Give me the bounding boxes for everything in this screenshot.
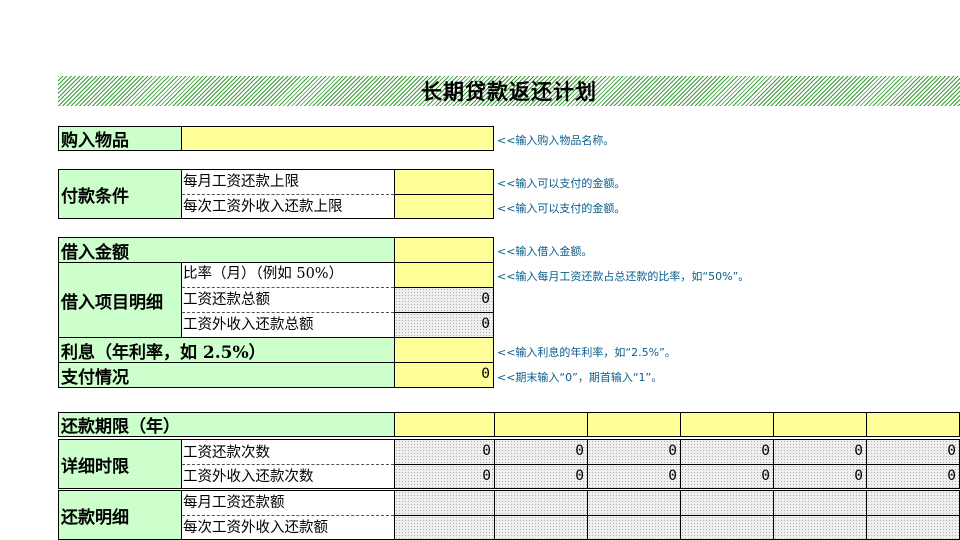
payment-row-extra-label: 每次工资外收入还款上限: [183, 199, 343, 215]
borrow-extra-total-value: 0: [394, 312, 494, 338]
repay-extra-value: [394, 515, 495, 540]
payment-label: 付款条件: [58, 169, 182, 219]
interest-hint: <<输入利息的年利率，如“2.5%”。: [497, 346, 676, 359]
repay-extra-value: [494, 515, 588, 540]
interest-input[interactable]: [394, 337, 494, 363]
schedule-extra-count-value: 0: [394, 464, 495, 489]
purchase-hint: <<输入购入物品名称。: [497, 134, 615, 147]
repay-detail-label: 还款明细: [58, 490, 182, 540]
repay-monthly-value: [494, 490, 588, 516]
row-divider: [182, 287, 394, 288]
borrow-ratio-input[interactable]: [394, 262, 494, 288]
term-input-5[interactable]: [773, 412, 867, 437]
schedule-extra-count-label: 工资外收入还款次数: [183, 469, 314, 485]
payment-status-hint: <<期末输入“0”，期首输入“1”。: [497, 371, 663, 384]
borrow-amount-input[interactable]: [394, 237, 494, 263]
repay-monthly-value: [587, 490, 681, 516]
schedule-label: 详细时限: [58, 439, 182, 489]
schedule-extra-count-value: 0: [866, 464, 960, 489]
payment-extra-hint: <<输入可以支付的金额。: [497, 202, 626, 215]
repay-monthly-value: [773, 490, 867, 516]
term-input-6[interactable]: [866, 412, 960, 437]
borrow-extra-total-label: 工资外收入还款总额: [183, 317, 314, 333]
purchase-label: 购入物品: [58, 126, 182, 151]
repay-extra-value: [866, 515, 960, 540]
payment-row-monthly-label: 每月工资还款上限: [183, 174, 299, 190]
row-divider: [182, 515, 394, 516]
payment-status-label: 支付情况: [58, 362, 395, 388]
term-input-2[interactable]: [494, 412, 588, 437]
payment-extra-input[interactable]: [394, 194, 494, 219]
schedule-salary-count-value: 0: [587, 439, 681, 465]
borrow-amount-hint: <<输入借入金额。: [497, 245, 593, 258]
borrow-amount-label: 借入金额: [58, 237, 395, 263]
row-divider: [182, 194, 394, 195]
borrow-ratio-label: 比率（月）（例如 50%）: [183, 266, 344, 282]
repay-monthly-value: [866, 490, 960, 516]
sheet-title: 长期贷款返还计划: [421, 79, 597, 104]
interest-label: 利息（年利率，如 2.5%）: [58, 337, 395, 363]
payment-monthly-hint: <<输入可以支付的金额。: [497, 177, 626, 190]
schedule-salary-count-value: 0: [866, 439, 960, 465]
repay-monthly-value: [394, 490, 495, 516]
payment-status-input[interactable]: 0: [394, 362, 494, 388]
borrow-salary-total-value: 0: [394, 287, 494, 313]
repay-monthly-value: [680, 490, 774, 516]
row-divider: [182, 312, 394, 313]
row-divider: [182, 464, 394, 465]
borrow-ratio-hint: <<输入每月工资还款占总还款的比率，如“50%”。: [497, 270, 750, 283]
repay-extra-label: 每次工资外收入还款额: [183, 520, 328, 536]
repay-extra-value: [773, 515, 867, 540]
purchase-input[interactable]: [181, 126, 494, 151]
schedule-salary-count-label: 工资还款次数: [183, 445, 270, 461]
repay-monthly-label: 每月工资还款额: [183, 495, 285, 511]
repay-extra-value: [587, 515, 681, 540]
schedule-extra-count-value: 0: [773, 464, 867, 489]
schedule-extra-count-value: 0: [587, 464, 681, 489]
borrow-salary-total-label: 工资还款总额: [183, 292, 270, 308]
schedule-extra-count-value: 0: [494, 464, 588, 489]
schedule-salary-count-value: 0: [680, 439, 774, 465]
term-label: 还款期限（年）: [58, 412, 395, 437]
payment-monthly-input[interactable]: [394, 169, 494, 195]
term-input-4[interactable]: [680, 412, 774, 437]
repay-extra-value: [680, 515, 774, 540]
borrow-detail-label: 借入项目明细: [58, 262, 182, 338]
schedule-salary-count-value: 0: [394, 439, 495, 465]
term-input-1[interactable]: [394, 412, 495, 437]
schedule-extra-count-value: 0: [680, 464, 774, 489]
schedule-salary-count-value: 0: [773, 439, 867, 465]
term-input-3[interactable]: [587, 412, 681, 437]
schedule-salary-count-value: 0: [494, 439, 588, 465]
